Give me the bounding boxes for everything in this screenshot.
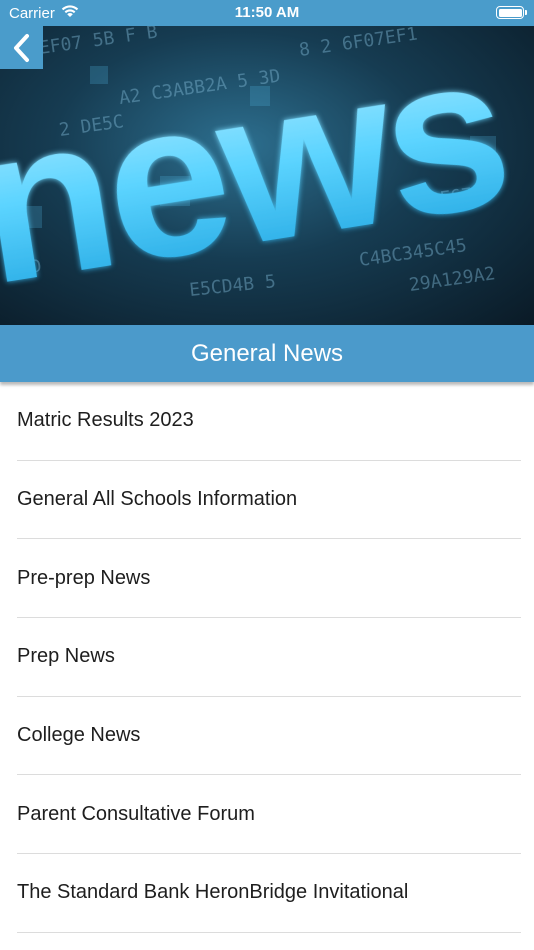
list-item-label: General All Schools Information	[17, 488, 298, 511]
back-button[interactable]	[0, 26, 43, 69]
list-item[interactable]: Matric Results 2023	[17, 382, 521, 461]
list-item-label: Matric Results 2023	[17, 409, 194, 432]
list-item[interactable]: General All Schools Information	[17, 461, 521, 540]
list-item[interactable]: Parent Consultative Forum	[17, 775, 521, 855]
battery-full-icon	[496, 6, 527, 19]
list-item-label: Prep News	[17, 645, 115, 668]
list-item[interactable]: Prep News	[17, 618, 521, 697]
list-item[interactable]: The Standard Bank HeronBridge Invitation…	[17, 854, 521, 933]
page-title: General News	[190, 339, 344, 367]
news-list: Matric Results 2023 General All Schools …	[0, 382, 534, 933]
hero-graphic: EF07 5B F B 8 2 6F07EF1 A2 C3ABB2A 5 3D …	[0, 26, 519, 325]
news-hero-image: EF07 5B F B 8 2 6F07EF1 A2 C3ABB2A 5 3D …	[0, 26, 534, 325]
page-title-bar: General News	[0, 325, 534, 382]
list-item[interactable]: College News	[17, 697, 521, 776]
list-item-label: College News	[17, 724, 141, 747]
svg-text:EF07 5B F B: EF07 5B F B	[38, 26, 159, 59]
chevron-left-icon	[13, 33, 29, 62]
list-item-label: Parent Consultative Forum	[17, 802, 255, 825]
status-time: 11:50 AM	[234, 4, 300, 21]
svg-text:29A129A2: 29A129A2	[408, 263, 497, 296]
list-item[interactable]: Pre-prep News	[17, 539, 521, 619]
status-bar: Carrier 11:50 AM	[0, 0, 534, 26]
list-item-label: Pre-prep News	[17, 566, 151, 589]
list-item-label: The Standard Bank HeronBridge Invitation…	[17, 881, 409, 904]
